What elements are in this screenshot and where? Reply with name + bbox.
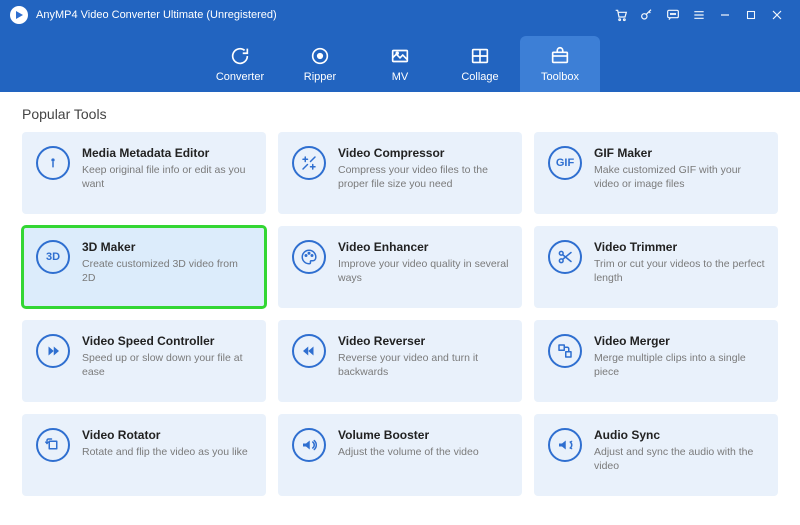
- sync-icon: [548, 428, 582, 462]
- tool-desc: Reverse your video and turn it backwards: [338, 351, 510, 379]
- tool-title: Audio Sync: [594, 428, 766, 442]
- tool-desc: Make customized GIF with your video or i…: [594, 163, 766, 191]
- tool-title: Video Merger: [594, 334, 766, 348]
- gif-icon: GIF: [548, 146, 582, 180]
- tool-desc: Adjust and sync the audio with the video: [594, 445, 766, 473]
- tool-desc: Keep original file info or edit as you w…: [82, 163, 254, 191]
- tool-card[interactable]: 3D 3D Maker Create customized 3D video fro…: [22, 226, 266, 308]
- collage-icon: [469, 45, 491, 67]
- tool-desc: Adjust the volume of the video: [338, 445, 510, 459]
- key-icon[interactable]: [634, 2, 660, 28]
- speed-icon: [36, 334, 70, 368]
- nav-label: Toolbox: [541, 71, 579, 83]
- nav-label: MV: [392, 71, 409, 83]
- minimize-icon[interactable]: [712, 2, 738, 28]
- nav-converter[interactable]: Converter: [200, 36, 280, 92]
- tool-title: Video Compressor: [338, 146, 510, 160]
- merge-icon: [548, 334, 582, 368]
- tool-card[interactable]: Video Rotator Rotate and flip the video a…: [22, 414, 266, 496]
- tool-card[interactable]: Volume Booster Adjust the volume of the v…: [278, 414, 522, 496]
- tool-title: 3D Maker: [82, 240, 254, 254]
- tool-desc: Speed up or slow down your file at ease: [82, 351, 254, 379]
- palette-icon: [292, 240, 326, 274]
- window-title: AnyMP4 Video Converter Ultimate (Unregis…: [36, 9, 277, 21]
- tool-desc: Create customized 3D video from 2D: [82, 257, 254, 285]
- nav-mv[interactable]: MV: [360, 36, 440, 92]
- tool-card[interactable]: Video Trimmer Trim or cut your videos to …: [534, 226, 778, 308]
- 3d-icon: 3D: [36, 240, 70, 274]
- volume-icon: [292, 428, 326, 462]
- tool-desc: Improve your video quality in several wa…: [338, 257, 510, 285]
- nav-ripper[interactable]: Ripper: [280, 36, 360, 92]
- tool-card[interactable]: Video Speed Controller Speed up or slow d…: [22, 320, 266, 402]
- tool-card[interactable]: Video Compressor Compress your video file…: [278, 132, 522, 214]
- tool-title: Video Reverser: [338, 334, 510, 348]
- tool-desc: Merge multiple clips into a single piece: [594, 351, 766, 379]
- tool-card[interactable]: GIF GIF Maker Make customized GIF with you…: [534, 132, 778, 214]
- close-icon[interactable]: [764, 2, 790, 28]
- tool-card[interactable]: Media Metadata Editor Keep original file …: [22, 132, 266, 214]
- main-nav: Converter Ripper MV Collage Toolbox: [0, 30, 800, 92]
- converter-icon: [229, 45, 251, 67]
- rotate-icon: [36, 428, 70, 462]
- app-logo: [10, 6, 28, 24]
- tool-grid: Media Metadata Editor Keep original file …: [22, 132, 778, 496]
- feedback-icon[interactable]: [660, 2, 686, 28]
- tool-desc: Rotate and flip the video as you like: [82, 445, 254, 459]
- tool-title: Video Trimmer: [594, 240, 766, 254]
- title-bar: AnyMP4 Video Converter Ultimate (Unregis…: [0, 0, 800, 30]
- nav-collage[interactable]: Collage: [440, 36, 520, 92]
- nav-label: Converter: [216, 71, 264, 83]
- tool-desc: Compress your video files to the proper …: [338, 163, 510, 191]
- info-icon: [36, 146, 70, 180]
- tool-title: GIF Maker: [594, 146, 766, 160]
- tool-desc: Trim or cut your videos to the perfect l…: [594, 257, 766, 285]
- section-title: Popular Tools: [22, 106, 778, 122]
- maximize-icon[interactable]: [738, 2, 764, 28]
- tool-card[interactable]: Video Merger Merge multiple clips into a …: [534, 320, 778, 402]
- rewind-icon: [292, 334, 326, 368]
- tool-card[interactable]: Video Enhancer Improve your video quality…: [278, 226, 522, 308]
- tool-title: Video Enhancer: [338, 240, 510, 254]
- tool-card[interactable]: Video Reverser Reverse your video and tur…: [278, 320, 522, 402]
- nav-toolbox[interactable]: Toolbox: [520, 36, 600, 92]
- nav-label: Ripper: [304, 71, 336, 83]
- scissors-icon: [548, 240, 582, 274]
- tool-title: Video Rotator: [82, 428, 254, 442]
- tool-title: Media Metadata Editor: [82, 146, 254, 160]
- mv-icon: [389, 45, 411, 67]
- tool-card[interactable]: Audio Sync Adjust and sync the audio with…: [534, 414, 778, 496]
- tool-title: Video Speed Controller: [82, 334, 254, 348]
- content-area: Popular Tools Media Metadata Editor Keep …: [0, 92, 800, 506]
- menu-icon[interactable]: [686, 2, 712, 28]
- nav-label: Collage: [461, 71, 498, 83]
- toolbox-icon: [549, 45, 571, 67]
- tool-title: Volume Booster: [338, 428, 510, 442]
- compress-icon: [292, 146, 326, 180]
- ripper-icon: [309, 45, 331, 67]
- cart-icon[interactable]: [608, 2, 634, 28]
